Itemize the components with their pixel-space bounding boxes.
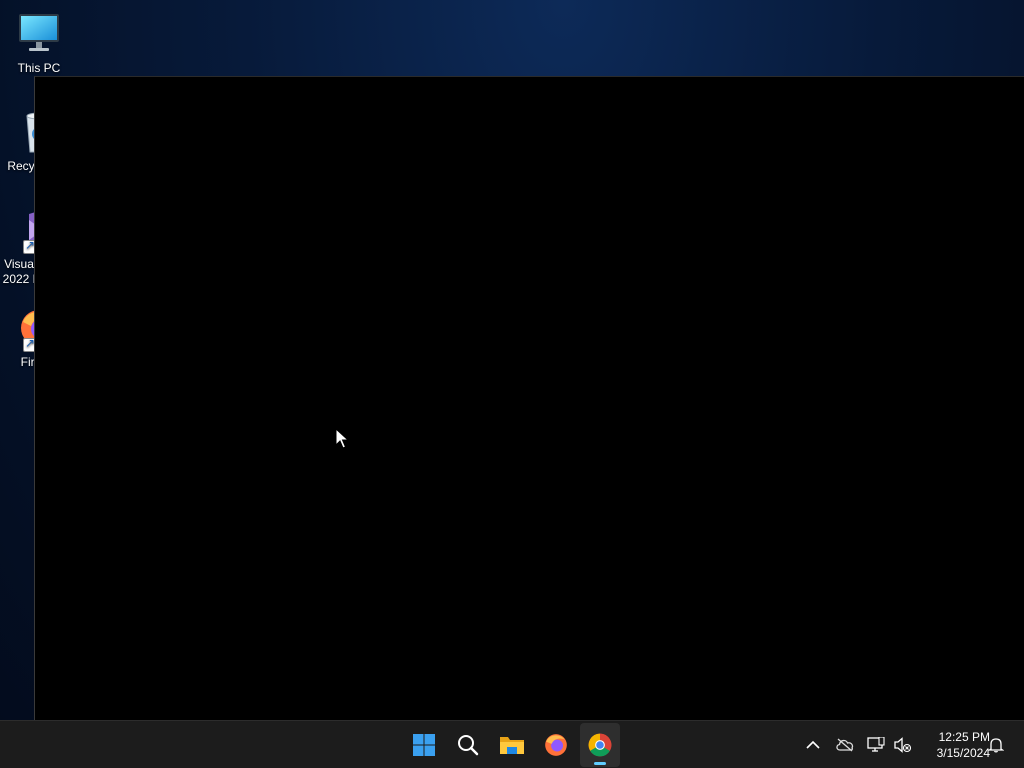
firefox-taskbar-button[interactable] — [536, 723, 576, 767]
clock-time: 12:25 PM — [938, 730, 990, 744]
notifications-button[interactable] — [983, 731, 1009, 759]
volume-muted-icon — [894, 737, 911, 753]
firefox-icon — [545, 734, 567, 756]
start-icon — [413, 734, 435, 756]
start-button[interactable] — [404, 723, 444, 767]
search-icon — [458, 735, 479, 756]
cloud-offline-icon — [836, 738, 854, 752]
clock[interactable]: 12:25 PM 3/15/2024 — [918, 729, 990, 761]
onedrive-button[interactable] — [832, 731, 858, 759]
bell-icon — [988, 738, 1004, 753]
monitor-icon — [15, 10, 63, 58]
chrome-taskbar-button[interactable] — [580, 723, 620, 767]
volume-button[interactable] — [889, 731, 915, 759]
file-explorer-icon — [500, 737, 524, 754]
taskbar: 12:25 PM 3/15/2024 — [0, 720, 1024, 768]
chrome-icon — [588, 733, 612, 757]
network-icon — [867, 737, 885, 752]
network-button[interactable] — [863, 731, 889, 759]
black-app-window[interactable] — [34, 76, 1024, 720]
show-hidden-icons-button[interactable] — [800, 731, 826, 759]
active-app-indicator — [594, 762, 606, 765]
desktop-icon-this-pc[interactable]: This PC — [0, 10, 78, 76]
clock-date: 3/15/2024 — [936, 746, 990, 760]
chevron-up-icon — [806, 740, 820, 749]
desktop-icon-label: This PC — [17, 61, 61, 75]
search-button[interactable] — [448, 723, 488, 767]
file-explorer-button[interactable] — [492, 723, 532, 767]
mouse-cursor-icon — [335, 428, 349, 449]
